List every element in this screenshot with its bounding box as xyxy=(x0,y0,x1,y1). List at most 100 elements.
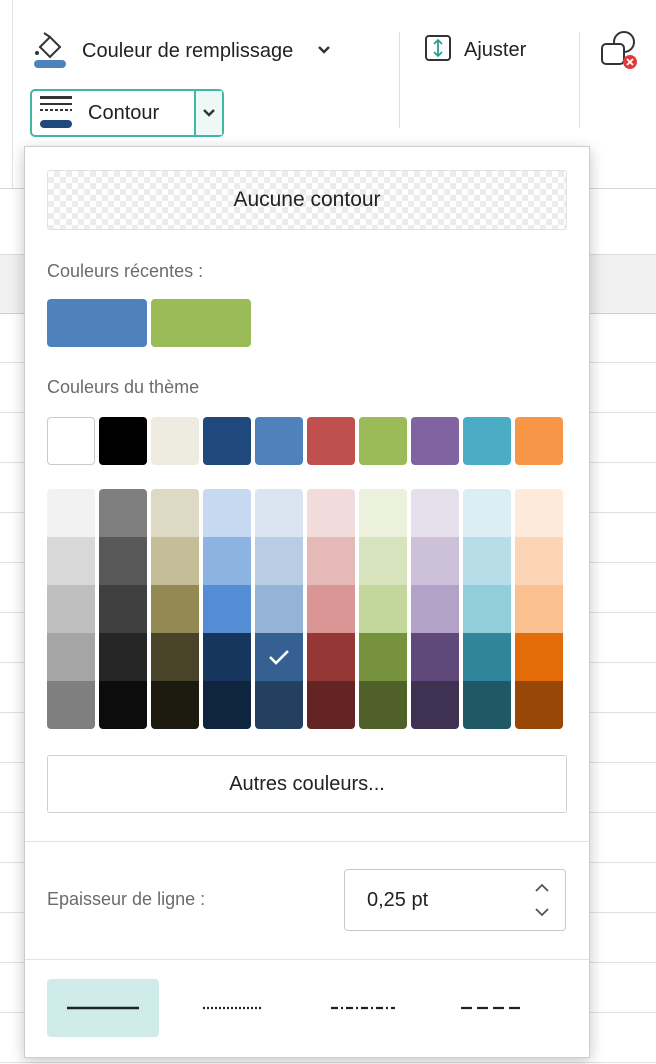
shade-swatch[interactable] xyxy=(255,585,303,633)
fit-button[interactable]: Ajuster xyxy=(424,30,526,70)
outline-label: Contour xyxy=(88,101,160,124)
shade-swatch[interactable] xyxy=(47,585,95,633)
outline-popup: Aucune contour Couleurs récentes : Coule… xyxy=(24,146,590,1058)
shade-swatch[interactable] xyxy=(203,489,251,537)
shade-column xyxy=(203,489,251,729)
dashed-line-icon xyxy=(461,1006,525,1010)
shade-column xyxy=(411,489,459,729)
outline-button[interactable]: Contour xyxy=(30,89,224,137)
shade-swatch[interactable] xyxy=(307,489,355,537)
shade-swatch[interactable] xyxy=(359,681,407,729)
shade-swatch[interactable] xyxy=(411,585,459,633)
shade-swatch[interactable] xyxy=(151,537,199,585)
shade-swatch[interactable] xyxy=(151,633,199,681)
theme-color-swatch[interactable] xyxy=(151,417,199,465)
more-colors-button[interactable]: Autres couleurs... xyxy=(47,755,567,813)
theme-color-swatch[interactable] xyxy=(47,417,95,465)
shade-swatch[interactable] xyxy=(359,537,407,585)
shade-swatch[interactable] xyxy=(47,537,95,585)
shade-column xyxy=(151,489,199,729)
solid-line-icon xyxy=(67,1006,139,1010)
shade-swatch[interactable] xyxy=(463,681,511,729)
shade-swatch[interactable] xyxy=(255,537,303,585)
line-style-dashed[interactable] xyxy=(437,979,549,1037)
shade-swatch[interactable] xyxy=(203,633,251,681)
shade-swatch[interactable] xyxy=(151,681,199,729)
spin-arrows-icon[interactable] xyxy=(533,880,551,925)
theme-color-swatch[interactable] xyxy=(203,417,251,465)
line-weight-input[interactable]: 0,25 pt xyxy=(344,869,566,931)
shade-column xyxy=(99,489,147,729)
shade-swatch[interactable] xyxy=(151,489,199,537)
shade-swatch[interactable] xyxy=(463,537,511,585)
theme-color-swatch[interactable] xyxy=(515,417,563,465)
shade-swatch[interactable] xyxy=(515,681,563,729)
shade-swatch[interactable] xyxy=(411,537,459,585)
line-style-dotted[interactable] xyxy=(177,979,289,1037)
shade-swatch[interactable] xyxy=(99,489,147,537)
delete-shape-button[interactable] xyxy=(598,28,642,79)
ribbon-separator xyxy=(579,32,580,128)
shade-swatch[interactable] xyxy=(515,633,563,681)
grid-line xyxy=(0,1062,656,1063)
shade-swatch[interactable] xyxy=(203,537,251,585)
shade-swatch[interactable] xyxy=(307,681,355,729)
shade-swatch[interactable] xyxy=(359,585,407,633)
no-outline-button[interactable]: Aucune contour xyxy=(47,170,567,230)
shade-swatch[interactable] xyxy=(99,537,147,585)
line-style-solid[interactable] xyxy=(47,979,159,1037)
recent-color-swatch[interactable] xyxy=(151,299,251,347)
theme-color-swatch[interactable] xyxy=(411,417,459,465)
shade-swatch[interactable] xyxy=(151,585,199,633)
paint-bucket-icon xyxy=(32,29,68,74)
shade-swatch[interactable] xyxy=(307,585,355,633)
shade-column xyxy=(515,489,563,729)
shade-swatch[interactable] xyxy=(515,537,563,585)
shade-swatch[interactable] xyxy=(99,633,147,681)
shade-swatch[interactable] xyxy=(515,489,563,537)
shade-column xyxy=(255,489,303,729)
shade-column xyxy=(359,489,407,729)
shade-swatch[interactable] xyxy=(255,633,303,681)
shade-swatch[interactable] xyxy=(463,585,511,633)
shade-swatch[interactable] xyxy=(99,681,147,729)
shade-swatch[interactable] xyxy=(47,633,95,681)
shade-swatch[interactable] xyxy=(359,489,407,537)
outline-dropdown-toggle[interactable] xyxy=(194,91,222,135)
line-style-dash-dot[interactable] xyxy=(307,979,419,1037)
shade-swatch[interactable] xyxy=(307,633,355,681)
shade-swatch[interactable] xyxy=(463,633,511,681)
popup-divider xyxy=(25,841,589,842)
shade-swatch[interactable] xyxy=(411,681,459,729)
dotted-line-icon xyxy=(203,1006,263,1010)
shade-swatch[interactable] xyxy=(47,681,95,729)
fill-color-button[interactable]: Couleur de remplissage xyxy=(32,28,331,74)
shade-swatch[interactable] xyxy=(411,489,459,537)
theme-color-swatch[interactable] xyxy=(307,417,355,465)
shade-swatch[interactable] xyxy=(359,633,407,681)
shade-swatch[interactable] xyxy=(203,681,251,729)
shade-swatch[interactable] xyxy=(255,681,303,729)
chevron-down-icon[interactable] xyxy=(317,42,331,60)
recent-color-swatch[interactable] xyxy=(47,299,147,347)
dash-dot-line-icon xyxy=(331,1006,395,1010)
shade-swatch[interactable] xyxy=(463,489,511,537)
shade-column xyxy=(307,489,355,729)
fill-color-label: Couleur de remplissage xyxy=(82,39,294,62)
theme-color-swatch[interactable] xyxy=(359,417,407,465)
shade-swatch[interactable] xyxy=(47,489,95,537)
ribbon-separator xyxy=(399,32,400,128)
shade-swatch[interactable] xyxy=(255,489,303,537)
shade-swatch[interactable] xyxy=(203,585,251,633)
shade-swatch[interactable] xyxy=(411,633,459,681)
theme-color-swatch[interactable] xyxy=(255,417,303,465)
shade-swatch[interactable] xyxy=(307,537,355,585)
ribbon-left-border xyxy=(12,0,13,188)
shade-column xyxy=(47,489,95,729)
shade-swatch[interactable] xyxy=(99,585,147,633)
theme-color-swatch[interactable] xyxy=(99,417,147,465)
theme-color-swatch[interactable] xyxy=(463,417,511,465)
theme-colors-label: Couleurs du thème xyxy=(47,377,200,397)
line-weight-label: Epaisseur de ligne : xyxy=(47,889,206,909)
shade-swatch[interactable] xyxy=(515,585,563,633)
